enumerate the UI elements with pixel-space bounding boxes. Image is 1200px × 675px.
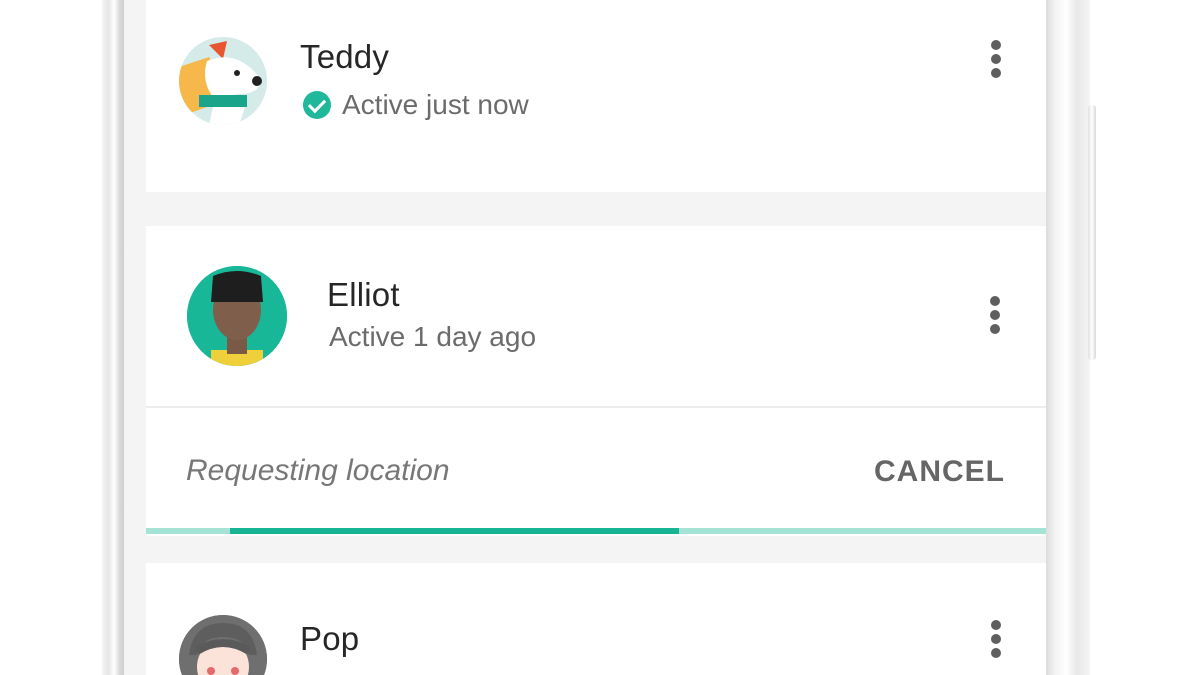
more-options-icon[interactable] <box>989 296 1001 336</box>
location-progress-bar <box>146 528 1046 534</box>
contacts-screen: Teddy Active just now Elliot Active 1 da… <box>124 0 1046 675</box>
contact-card-pop[interactable]: Pop <box>146 563 1046 675</box>
contact-name: Pop <box>300 620 360 657</box>
dog-avatar-icon <box>179 37 267 125</box>
contact-card-teddy[interactable]: Teddy Active just now <box>146 0 1046 192</box>
phone-frame-left <box>102 0 124 675</box>
person-avatar-icon <box>187 266 287 366</box>
progress-fill <box>230 528 679 534</box>
grandma-avatar-icon <box>179 615 267 675</box>
divider <box>146 406 1046 408</box>
phone-side-button <box>1088 105 1096 360</box>
phone-frame-right <box>1046 0 1090 675</box>
contact-status: Active just now <box>342 89 529 120</box>
contact-card-elliot[interactable]: Elliot Active 1 day ago Requesting locat… <box>146 226 1046 536</box>
check-circle-icon <box>303 91 331 119</box>
contact-status: Active 1 day ago <box>329 321 537 352</box>
cancel-button[interactable]: CANCEL <box>874 455 1005 489</box>
requesting-location-text: Requesting location <box>186 454 450 487</box>
contact-name: Elliot <box>327 276 400 313</box>
contact-name: Teddy <box>300 38 390 75</box>
more-options-icon[interactable] <box>990 40 1002 80</box>
more-options-icon[interactable] <box>990 620 1002 660</box>
